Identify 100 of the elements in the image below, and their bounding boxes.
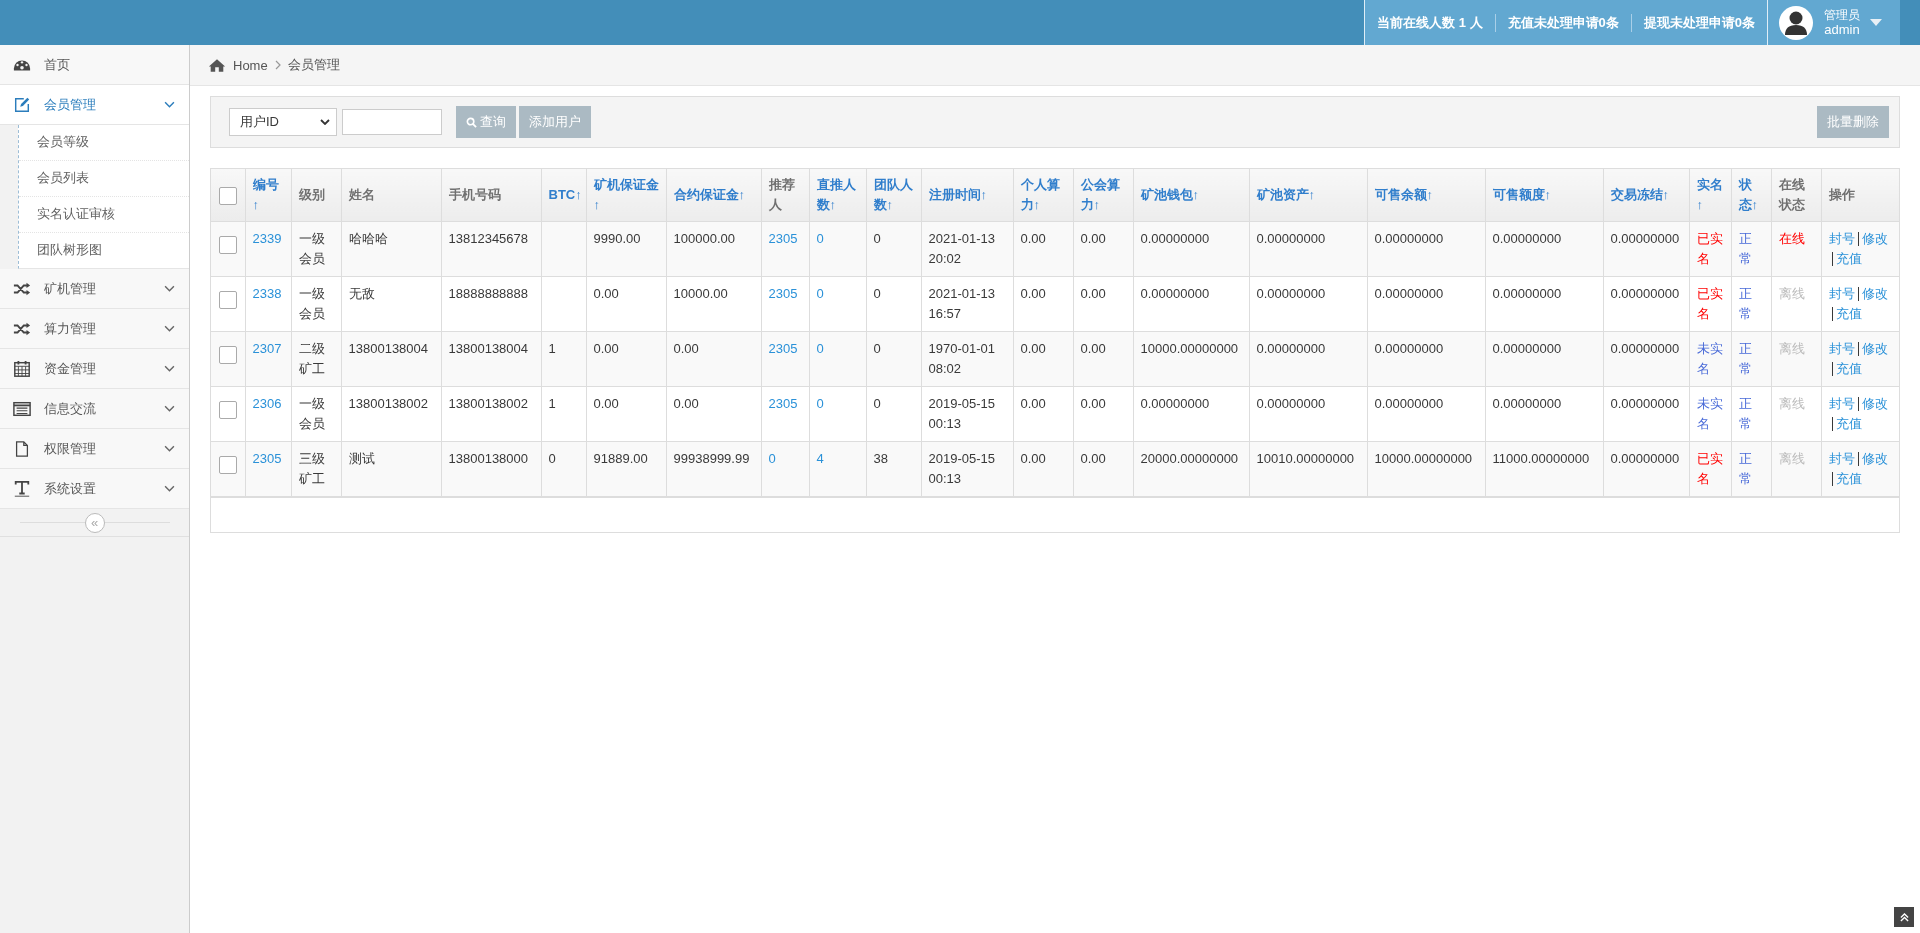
table-cell: 0.00000000 (1133, 276, 1249, 332)
submenu-item[interactable]: 会员等级 (19, 125, 189, 161)
table-cell: 0.00 (1073, 331, 1133, 387)
row-checkbox[interactable] (218, 235, 237, 254)
link-cell[interactable]: 4 (809, 441, 866, 497)
sortable-column-header[interactable]: 可售额度↑ (1485, 169, 1603, 222)
sidebar-item[interactable]: 首页 (0, 45, 189, 85)
row-checkbox[interactable] (218, 455, 237, 474)
link-cell[interactable]: 0 (809, 276, 866, 332)
sortable-column-header[interactable]: 公会算力↑ (1073, 169, 1133, 222)
sidebar-item[interactable]: 会员管理 (0, 85, 189, 125)
submenu-item[interactable]: 实名认证审核 (19, 197, 189, 233)
table-cell: 0.00000000 (1485, 276, 1603, 332)
sortable-column-header[interactable]: 状态↑ (1731, 169, 1771, 222)
sortable-column-header[interactable]: 交易冻结↑ (1603, 169, 1689, 222)
sortable-column-header[interactable]: 团队人数↑ (866, 169, 921, 222)
search-input[interactable] (342, 109, 442, 135)
stat-text: 提现未处理申请0条 (1630, 13, 1761, 32)
link-cell[interactable]: 2307 (245, 331, 291, 387)
breadcrumb-item[interactable]: Home (233, 57, 268, 73)
sortable-column-header[interactable]: 实名↑ (1689, 169, 1731, 222)
action-link[interactable]: 修改 (1857, 452, 1888, 466)
link-cell[interactable]: 2338 (245, 276, 291, 332)
link-cell[interactable]: 2305 (761, 221, 809, 277)
action-link[interactable]: 充值 (1831, 417, 1862, 431)
link-cell[interactable]: 2339 (245, 221, 291, 277)
action-link[interactable]: 修改 (1857, 287, 1888, 301)
table-cell: 13800138002 (441, 386, 541, 442)
link-cell[interactable]: 0 (809, 386, 866, 442)
bulk-delete-button[interactable]: 批量删除 (1817, 106, 1889, 138)
sortable-column-header[interactable]: 矿机保证金↑ (586, 169, 666, 222)
scroll-to-top-button[interactable] (1894, 907, 1914, 927)
sortable-column-header[interactable]: 个人算力↑ (1013, 169, 1073, 222)
sortable-column-header[interactable]: BTC↑ (541, 169, 586, 222)
table-cell: 38 (866, 441, 921, 497)
sortable-column-header[interactable]: 矿池钱包↑ (1133, 169, 1249, 222)
submenu-item[interactable]: 会员列表 (19, 161, 189, 197)
link-cell[interactable]: 2305 (761, 331, 809, 387)
action-link[interactable]: 修改 (1857, 232, 1888, 246)
sortable-column-header[interactable]: 注册时间↑ (921, 169, 1013, 222)
table-cell: 13812345678 (441, 221, 541, 277)
sidebar-item[interactable]: 系统设置 (0, 469, 189, 509)
table-cell: 0.00000000 (1485, 221, 1603, 277)
link-cell[interactable]: 2305 (761, 276, 809, 332)
action-link[interactable]: 封号 (1828, 452, 1855, 466)
table-cell: 0 (541, 441, 586, 497)
action-link[interactable]: 封号 (1828, 232, 1855, 246)
action-link[interactable]: 修改 (1857, 342, 1888, 356)
table-cell: 0 (866, 331, 921, 387)
select-all-checkbox[interactable] (218, 186, 237, 205)
sidebar-item[interactable]: 算力管理 (0, 309, 189, 349)
submenu-item[interactable]: 团队树形图 (19, 233, 189, 268)
action-link[interactable]: 充值 (1831, 307, 1862, 321)
status-cell: 离线 (1771, 276, 1821, 332)
table-cell: 0.00 (666, 386, 761, 442)
action-link[interactable]: 封号 (1828, 287, 1855, 301)
link-cell[interactable]: 2306 (245, 386, 291, 442)
table-cell: 无敌 (341, 276, 441, 332)
chevron-icon (164, 101, 175, 108)
action-link[interactable]: 修改 (1857, 397, 1888, 411)
user-menu[interactable]: 管理员 admin (1767, 0, 1900, 45)
sortable-column-header[interactable]: 编号↑ (245, 169, 291, 222)
sortable-column-header[interactable]: 矿池资产↑ (1249, 169, 1367, 222)
sidebar-item[interactable]: 权限管理 (0, 429, 189, 469)
filter-dropdown[interactable]: 用户ID (229, 108, 337, 136)
action-link[interactable]: 充值 (1831, 362, 1862, 376)
row-checkbox[interactable] (218, 400, 237, 419)
action-link[interactable]: 封号 (1828, 397, 1855, 411)
link-cell[interactable]: 0 (809, 221, 866, 277)
breadcrumb-item: 会员管理 (287, 56, 340, 74)
row-checkbox[interactable] (218, 290, 237, 309)
link-cell[interactable]: 0 (809, 331, 866, 387)
link-cell[interactable]: 2305 (245, 441, 291, 497)
sidebar-item[interactable]: 矿机管理 (0, 269, 189, 309)
caret-icon (320, 119, 330, 125)
sortable-column-header[interactable]: 合约保证金↑ (666, 169, 761, 222)
text-icon (13, 479, 31, 498)
table-cell: 0.00 (586, 276, 666, 332)
add-user-button[interactable]: 添加用户 (519, 106, 591, 138)
action-link[interactable]: 封号 (1828, 342, 1855, 356)
collapse-sidebar-button[interactable]: « (84, 512, 105, 533)
file-icon (13, 439, 31, 458)
table-cell: 0.00000000 (1485, 386, 1603, 442)
sortable-column-header[interactable]: 直推人数↑ (809, 169, 866, 222)
action-link[interactable]: 充值 (1831, 472, 1862, 486)
action-link[interactable]: 充值 (1831, 252, 1862, 266)
chevron-icon (274, 60, 281, 70)
user-name: admin (1824, 22, 1860, 37)
status-cell: 正常 (1731, 276, 1771, 332)
sidebar-item[interactable]: 信息交流 (0, 389, 189, 429)
column-header: 操作 (1821, 169, 1899, 222)
sortable-column-header[interactable]: 可售余额↑ (1367, 169, 1485, 222)
row-checkbox[interactable] (218, 345, 237, 364)
link-cell[interactable]: 0 (761, 441, 809, 497)
sidebar-item[interactable]: 资金管理 (0, 349, 189, 389)
edit-icon (13, 95, 31, 114)
table-cell: 0.00 (586, 386, 666, 442)
table-cell: 0.00000000 (1367, 386, 1485, 442)
search-button[interactable]: 查询 (456, 106, 516, 138)
link-cell[interactable]: 2305 (761, 386, 809, 442)
